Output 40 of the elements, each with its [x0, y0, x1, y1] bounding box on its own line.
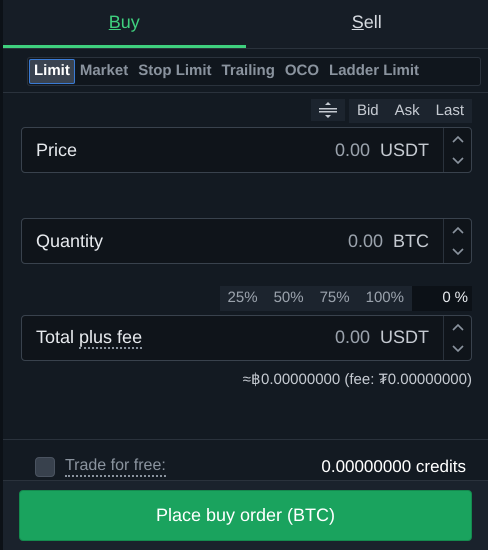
field-label: Quantity — [36, 230, 104, 251]
input-field[interactable]: Price 0.00 USDT — [21, 127, 472, 174]
percent-button[interactable]: 25% — [220, 286, 266, 311]
increment-icon[interactable] — [452, 322, 464, 331]
step-button[interactable] — [310, 98, 345, 120]
field-value: 0.00 — [348, 230, 383, 253]
adjust-icon — [318, 102, 338, 118]
checkbox[interactable] — [35, 456, 55, 477]
decrement-icon[interactable] — [452, 344, 464, 353]
order-type-tab[interactable]: Market — [74, 59, 134, 84]
field-value: 0 — [442, 288, 451, 308]
field-label: Price — [36, 140, 78, 160]
unit-label: USDT — [380, 326, 429, 350]
field-label: Total — [36, 327, 74, 348]
order-type-tab[interactable]: Limit — [29, 59, 75, 84]
decrement-icon[interactable] — [452, 157, 464, 166]
input-field[interactable]: Quantity 0.00 BTC — [21, 218, 472, 264]
input-field[interactable]: Total plus fee 0.00 USDT — [21, 314, 472, 361]
checkbox-label[interactable]: Trade for free: — [65, 456, 166, 477]
fee-note: ≈฿0.00000000 (fee: ₮0.00000000) — [242, 370, 472, 390]
unit-label: USDT — [380, 138, 429, 162]
order-type-tab[interactable]: Ladder Limit — [324, 59, 424, 84]
percent-button[interactable]: 100% — [358, 286, 412, 311]
order-type-tab[interactable]: Stop Limit — [133, 59, 217, 84]
side-tab[interactable]: Buy — [3, 0, 246, 48]
order-type-tab[interactable]: Trailing — [216, 59, 280, 84]
percent-button[interactable]: 75% — [312, 286, 358, 311]
decrement-icon[interactable] — [452, 248, 464, 256]
percent-field[interactable]: 0 % — [412, 286, 472, 311]
increment-icon[interactable] — [452, 135, 464, 144]
credits-amount: 0.00000000 credits — [321, 456, 466, 478]
unit-label: BTC — [393, 230, 429, 253]
increment-icon[interactable] — [452, 226, 464, 234]
unit-label: % — [454, 288, 468, 308]
fee-hint-label[interactable]: plus fee — [79, 327, 142, 350]
order-type-tab[interactable]: OCO — [280, 59, 324, 84]
side-tab[interactable]: Sell — [246, 0, 488, 48]
percent-button[interactable]: 50% — [266, 286, 312, 311]
field-value: 0.00 — [334, 138, 370, 162]
field-value: 0.00 — [334, 326, 370, 350]
